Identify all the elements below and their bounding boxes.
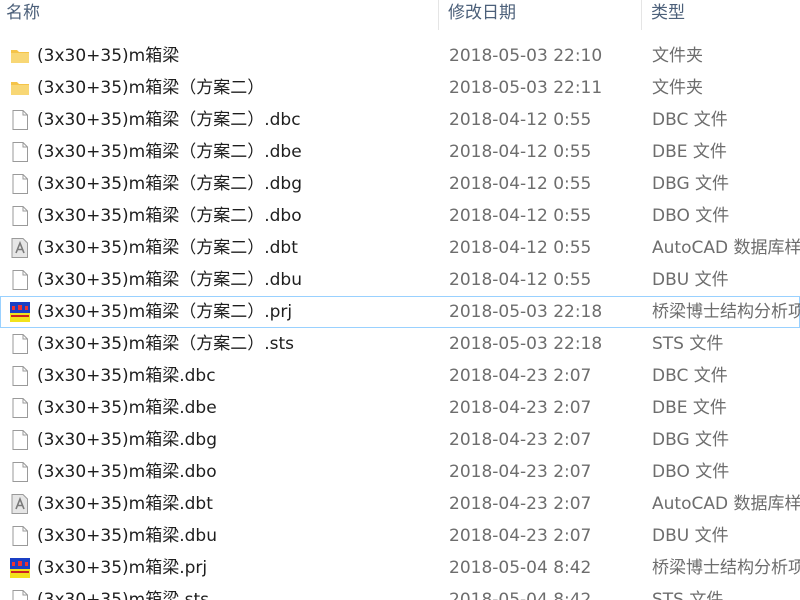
file-date-modified: 2018-04-12 0:55: [449, 270, 592, 290]
file-row[interactable]: (3x30+35)m箱梁（方案二）.dbt 2018-04-12 0:55 Auto…: [0, 232, 800, 264]
file-name: (3x30+35)m箱梁.dbo: [37, 462, 217, 482]
bridge-project-icon: [9, 301, 31, 323]
file-date-modified: 2018-05-04 8:42: [449, 590, 592, 600]
file-type: 文件夹: [652, 78, 703, 98]
file-date-modified: 2018-04-23 2:07: [449, 398, 592, 418]
file-date-modified: 2018-04-12 0:55: [449, 238, 592, 258]
column-header-bar: 名称 修改日期 类型: [0, 0, 800, 30]
file-row[interactable]: (3x30+35)m箱梁 2018-05-03 22:10 文件夹: [0, 40, 800, 72]
file-name: (3x30+35)m箱梁.dbe: [37, 398, 217, 418]
file-type: DBG 文件: [652, 174, 730, 194]
file-date-modified: 2018-04-23 2:07: [449, 526, 592, 546]
file-type: DBO 文件: [652, 206, 730, 226]
column-header-name[interactable]: 名称: [0, 0, 437, 28]
file-row[interactable]: (3x30+35)m箱梁（方案二）.dbo 2018-04-12 0:55 DBO …: [0, 200, 800, 232]
file-date-modified: 2018-05-03 22:18: [449, 302, 603, 322]
file-name: (3x30+35)m箱梁.dbt: [37, 494, 213, 514]
file-name: (3x30+35)m箱梁（方案二）.prj: [37, 302, 293, 322]
file-icon: [9, 333, 31, 355]
file-icon: [9, 397, 31, 419]
file-name: (3x30+35)m箱梁（方案二）.dbe: [37, 142, 302, 162]
bridge-project-icon: [9, 557, 31, 579]
file-type: 桥梁博士结构分析项: [652, 558, 800, 578]
file-type: AutoCAD 数据库样: [652, 494, 800, 514]
file-icon: [9, 173, 31, 195]
file-name: (3x30+35)m箱梁.sts: [37, 590, 209, 600]
file-name: (3x30+35)m箱梁（方案二）.dbg: [37, 174, 302, 194]
file-type: 桥梁博士结构分析项: [652, 302, 800, 322]
autocad-file-icon: [9, 237, 31, 259]
file-type: DBG 文件: [652, 430, 730, 450]
file-icon: [9, 141, 31, 163]
file-row[interactable]: (3x30+35)m箱梁（方案二）.sts 2018-05-03 22:18 STS…: [0, 328, 800, 360]
file-type: STS 文件: [652, 334, 724, 354]
file-name: (3x30+35)m箱梁（方案二）.sts: [37, 334, 294, 354]
file-date-modified: 2018-05-03 22:10: [449, 46, 603, 66]
file-row[interactable]: (3x30+35)m箱梁（方案二） 2018-05-03 22:11 文件夹: [0, 72, 800, 104]
file-date-modified: 2018-05-03 22:11: [449, 78, 603, 98]
file-date-modified: 2018-04-12 0:55: [449, 174, 592, 194]
file-date-modified: 2018-04-23 2:07: [449, 494, 592, 514]
column-header-type[interactable]: 类型: [642, 0, 800, 28]
file-name: (3x30+35)m箱梁.dbu: [37, 526, 217, 546]
file-name: (3x30+35)m箱梁.dbg: [37, 430, 217, 450]
file-type: AutoCAD 数据库样: [652, 238, 800, 258]
file-type: DBU 文件: [652, 270, 729, 290]
file-date-modified: 2018-05-04 8:42: [449, 558, 592, 578]
file-name: (3x30+35)m箱梁.dbc: [37, 366, 216, 386]
file-icon: [9, 429, 31, 451]
file-row[interactable]: (3x30+35)m箱梁.dbu 2018-04-23 2:07 DBU 文件: [0, 520, 800, 552]
file-list: (3x30+35)m箱梁 2018-05-03 22:10 文件夹 (3x30+35)…: [0, 40, 800, 600]
file-icon: [9, 461, 31, 483]
file-type: DBE 文件: [652, 142, 727, 162]
file-type: DBC 文件: [652, 110, 728, 130]
autocad-file-icon: [9, 493, 31, 515]
file-date-modified: 2018-04-23 2:07: [449, 366, 592, 386]
file-date-modified: 2018-04-12 0:55: [449, 206, 592, 226]
file-row[interactable]: (3x30+35)m箱梁（方案二）.dbu 2018-04-12 0:55 DBU …: [0, 264, 800, 296]
file-row[interactable]: (3x30+35)m箱梁（方案二）.prj 2018-05-03 22:18 桥梁博…: [0, 296, 800, 328]
file-name: (3x30+35)m箱梁（方案二）.dbc: [37, 110, 301, 130]
file-row[interactable]: (3x30+35)m箱梁.dbe 2018-04-23 2:07 DBE 文件: [0, 392, 800, 424]
file-row[interactable]: (3x30+35)m箱梁.prj 2018-05-04 8:42 桥梁博士结构分析项: [0, 552, 800, 584]
file-name: (3x30+35)m箱梁（方案二）.dbu: [37, 270, 302, 290]
file-type: DBC 文件: [652, 366, 728, 386]
file-date-modified: 2018-04-12 0:55: [449, 110, 592, 130]
file-icon: [9, 589, 31, 600]
file-row[interactable]: (3x30+35)m箱梁（方案二）.dbg 2018-04-12 0:55 DBG …: [0, 168, 800, 200]
file-name: (3x30+35)m箱梁: [37, 46, 180, 66]
file-row[interactable]: (3x30+35)m箱梁.dbc 2018-04-23 2:07 DBC 文件: [0, 360, 800, 392]
folder-icon: [9, 77, 31, 99]
file-name: (3x30+35)m箱梁（方案二）: [37, 78, 265, 98]
file-name: (3x30+35)m箱梁（方案二）.dbt: [37, 238, 298, 258]
file-icon: [9, 365, 31, 387]
file-type: DBO 文件: [652, 462, 730, 482]
file-row[interactable]: (3x30+35)m箱梁.dbt 2018-04-23 2:07 AutoCAD 数…: [0, 488, 800, 520]
file-row[interactable]: (3x30+35)m箱梁（方案二）.dbc 2018-04-12 0:55 DBC …: [0, 104, 800, 136]
file-icon: [9, 525, 31, 547]
file-row[interactable]: (3x30+35)m箱梁.dbg 2018-04-23 2:07 DBG 文件: [0, 424, 800, 456]
file-name: (3x30+35)m箱梁.prj: [37, 558, 208, 578]
file-name: (3x30+35)m箱梁（方案二）.dbo: [37, 206, 302, 226]
file-row[interactable]: (3x30+35)m箱梁.dbo 2018-04-23 2:07 DBO 文件: [0, 456, 800, 488]
file-date-modified: 2018-05-03 22:18: [449, 334, 603, 354]
folder-icon: [9, 45, 31, 67]
file-type: DBU 文件: [652, 526, 729, 546]
file-type: 文件夹: [652, 46, 703, 66]
file-date-modified: 2018-04-12 0:55: [449, 142, 592, 162]
file-icon: [9, 109, 31, 131]
file-icon: [9, 269, 31, 291]
file-row[interactable]: (3x30+35)m箱梁.sts 2018-05-04 8:42 STS 文件: [0, 584, 800, 600]
file-icon: [9, 205, 31, 227]
file-date-modified: 2018-04-23 2:07: [449, 430, 592, 450]
file-type: STS 文件: [652, 590, 724, 600]
file-type: DBE 文件: [652, 398, 727, 418]
file-row[interactable]: (3x30+35)m箱梁（方案二）.dbe 2018-04-12 0:55 DBE …: [0, 136, 800, 168]
file-date-modified: 2018-04-23 2:07: [449, 462, 592, 482]
column-header-date-modified[interactable]: 修改日期: [439, 0, 640, 28]
